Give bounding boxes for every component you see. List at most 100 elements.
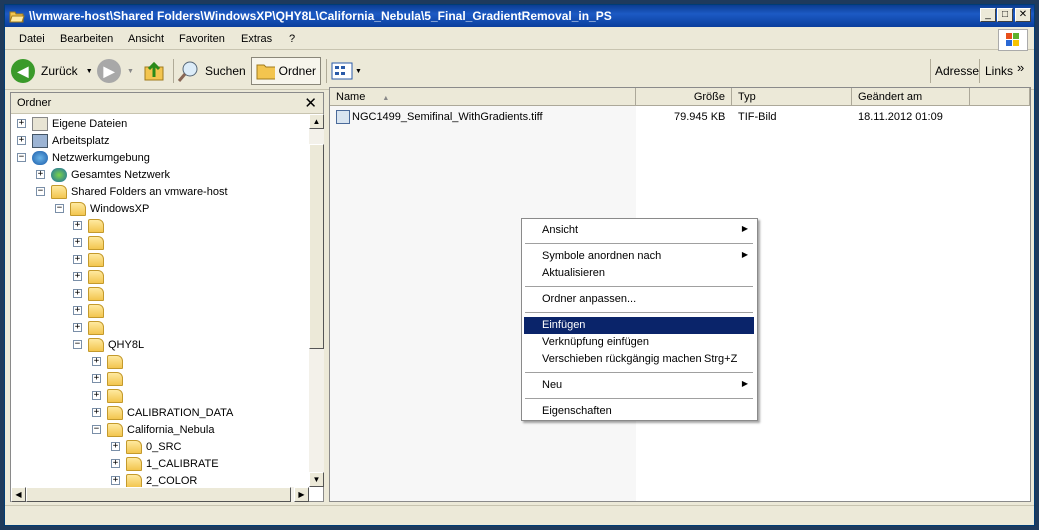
links-label[interactable]: Links — [985, 57, 1013, 85]
windows-logo-icon — [998, 29, 1028, 51]
tree-item-label: California_Nebula — [127, 423, 215, 436]
expand-icon[interactable]: + — [111, 476, 120, 485]
tree-item-hidden[interactable]: + — [73, 319, 108, 336]
expand-icon[interactable]: + — [73, 238, 82, 247]
search-button[interactable]: Suchen — [177, 57, 246, 85]
tree-item-label: Arbeitsplatz — [52, 134, 110, 147]
tree-item-arbeitsplatz[interactable]: + Arbeitsplatz — [17, 132, 109, 149]
collapse-icon[interactable]: − — [92, 425, 101, 434]
tree-item-eigene-dateien[interactable]: + Eigene Dateien — [17, 115, 127, 132]
menu-bearbeiten[interactable]: Bearbeiten — [60, 33, 113, 45]
expand-icon[interactable]: + — [92, 408, 101, 417]
expand-icon[interactable]: + — [92, 357, 101, 366]
folder-icon — [107, 371, 123, 386]
tree-vertical-scrollbar[interactable]: ▲ ▼ — [309, 114, 324, 487]
tree-horizontal-scrollbar[interactable]: ◀ ▶ — [11, 487, 309, 502]
tree-item-qhy8l[interactable]: − QHY8L — [73, 336, 144, 353]
menu-extras[interactable]: Extras — [241, 33, 272, 45]
tree-item-hidden[interactable]: + — [73, 234, 108, 251]
expand-icon[interactable]: + — [73, 306, 82, 315]
menu-help[interactable]: ? — [289, 33, 295, 45]
expand-icon[interactable]: + — [73, 255, 82, 264]
expand-icon[interactable]: + — [36, 170, 45, 179]
column-type[interactable]: Typ — [732, 88, 852, 106]
tree-item-label: 2_COLOR — [146, 474, 198, 487]
expand-icon[interactable]: + — [73, 323, 82, 332]
close-tree-icon[interactable]: ✕ — [304, 94, 317, 112]
scroll-left-icon[interactable]: ◀ — [11, 487, 26, 502]
minimize-button[interactable]: _ — [980, 8, 996, 22]
tree-item-0-src[interactable]: + 0_SRC — [111, 438, 181, 455]
tree-item-hidden[interactable]: + — [73, 302, 108, 319]
folders-label: Ordner — [278, 64, 316, 78]
tree-item-hidden[interactable]: + — [73, 217, 108, 234]
tree-item-1-calibrate[interactable]: + 1_CALIBRATE — [111, 455, 219, 472]
expand-icon[interactable]: + — [73, 289, 82, 298]
folders-button[interactable]: Ordner — [251, 57, 321, 85]
forward-dropdown-icon[interactable]: ▼ — [127, 68, 134, 75]
tree-item-hidden[interactable]: + — [92, 387, 127, 404]
tree-item-netzwerkumgebung[interactable]: − Netzwerkumgebung — [17, 149, 150, 166]
scroll-thumb[interactable] — [26, 487, 291, 502]
folder-icon — [88, 252, 104, 267]
menu-item-shortcut: Strg+Z — [704, 353, 738, 365]
menu-favoriten[interactable]: Favoriten — [179, 33, 225, 45]
tree-item-hidden[interactable]: + — [92, 353, 127, 370]
scroll-thumb[interactable] — [309, 144, 324, 349]
folder-icon — [88, 320, 104, 335]
expand-icon[interactable]: + — [92, 374, 101, 383]
tree-item-windowsxp[interactable]: − WindowsXP — [55, 200, 149, 217]
menu-datei[interactable]: Datei — [19, 33, 45, 45]
close-button[interactable]: ✕ — [1015, 8, 1031, 22]
column-size[interactable]: Größe — [636, 88, 732, 106]
menu-ansicht[interactable]: Ansicht — [128, 33, 164, 45]
expand-icon[interactable]: + — [92, 391, 101, 400]
file-row[interactable]: NGC1499_Semifinal_WithGradients.tiff 79.… — [334, 110, 1024, 126]
views-button[interactable]: ▼ — [331, 57, 362, 85]
tree-item-hidden[interactable]: + — [73, 251, 108, 268]
maximize-button[interactable]: □ — [997, 8, 1013, 22]
submenu-arrow-icon: ▶ — [741, 224, 748, 233]
menu-item-symbole-anordnen[interactable]: Symbole anordnen nach ▶ — [524, 248, 754, 265]
menu-item-aktualisieren[interactable]: Aktualisieren — [524, 265, 754, 282]
tree-item-hidden[interactable]: + — [92, 370, 127, 387]
menu-item-einfuegen[interactable]: Einfügen — [524, 317, 754, 334]
menu-item-verknuepfung-einfuegen[interactable]: Verknüpfung einfügen — [524, 334, 754, 351]
up-folder-button[interactable] — [143, 57, 167, 85]
expand-icon[interactable]: + — [111, 459, 120, 468]
tree-item-shared-folders[interactable]: − Shared Folders an vmware-host — [36, 183, 228, 200]
tree-item-gesamtes-netzwerk[interactable]: + Gesamtes Netzwerk — [36, 166, 170, 183]
tree-item-hidden[interactable]: + — [73, 285, 108, 302]
menu-item-eigenschaften[interactable]: Eigenschaften — [524, 403, 754, 420]
scroll-up-icon[interactable]: ▲ — [309, 114, 324, 129]
scroll-down-icon[interactable]: ▼ — [309, 472, 324, 487]
menu-item-verschieben-rueckgaengig[interactable]: Verschieben rückgängig machen Strg+Z — [524, 351, 754, 368]
collapse-icon[interactable]: − — [36, 187, 45, 196]
back-dropdown-icon[interactable]: ▼ — [86, 68, 93, 75]
computer-icon — [32, 133, 48, 148]
menu-item-neu[interactable]: Neu ▶ — [524, 377, 754, 394]
menu-item-label: Neu — [542, 379, 563, 391]
views-grid-icon — [331, 62, 353, 80]
column-name[interactable]: Name ▲ — [330, 88, 636, 106]
tree-item-calibration-data[interactable]: + CALIBRATION_DATA — [92, 404, 233, 421]
title-bar[interactable]: \\vmware-host\Shared Folders\WindowsXP\Q… — [5, 5, 1034, 27]
tree-item-hidden[interactable]: + — [73, 268, 108, 285]
expand-icon[interactable]: + — [17, 136, 26, 145]
expand-icon[interactable]: + — [17, 119, 26, 128]
column-modified[interactable]: Geändert am — [852, 88, 970, 106]
scroll-right-icon[interactable]: ▶ — [294, 487, 309, 502]
links-chevron-icon[interactable]: » — [1017, 53, 1024, 81]
collapse-icon[interactable]: − — [55, 204, 64, 213]
collapse-icon[interactable]: − — [73, 340, 82, 349]
expand-icon[interactable]: + — [73, 272, 82, 281]
forward-button[interactable]: ▶ ▼ — [97, 57, 134, 85]
back-button[interactable]: ◀ Zurück ▼ — [11, 57, 93, 85]
address-label[interactable]: Adresse — [935, 57, 979, 85]
collapse-icon[interactable]: − — [17, 153, 26, 162]
menu-item-ordner-anpassen[interactable]: Ordner anpassen... — [524, 291, 754, 308]
expand-icon[interactable]: + — [111, 442, 120, 451]
tree-item-california-nebula[interactable]: − California_Nebula — [92, 421, 214, 438]
menu-item-ansicht[interactable]: Ansicht ▶ — [524, 222, 754, 239]
expand-icon[interactable]: + — [73, 221, 82, 230]
